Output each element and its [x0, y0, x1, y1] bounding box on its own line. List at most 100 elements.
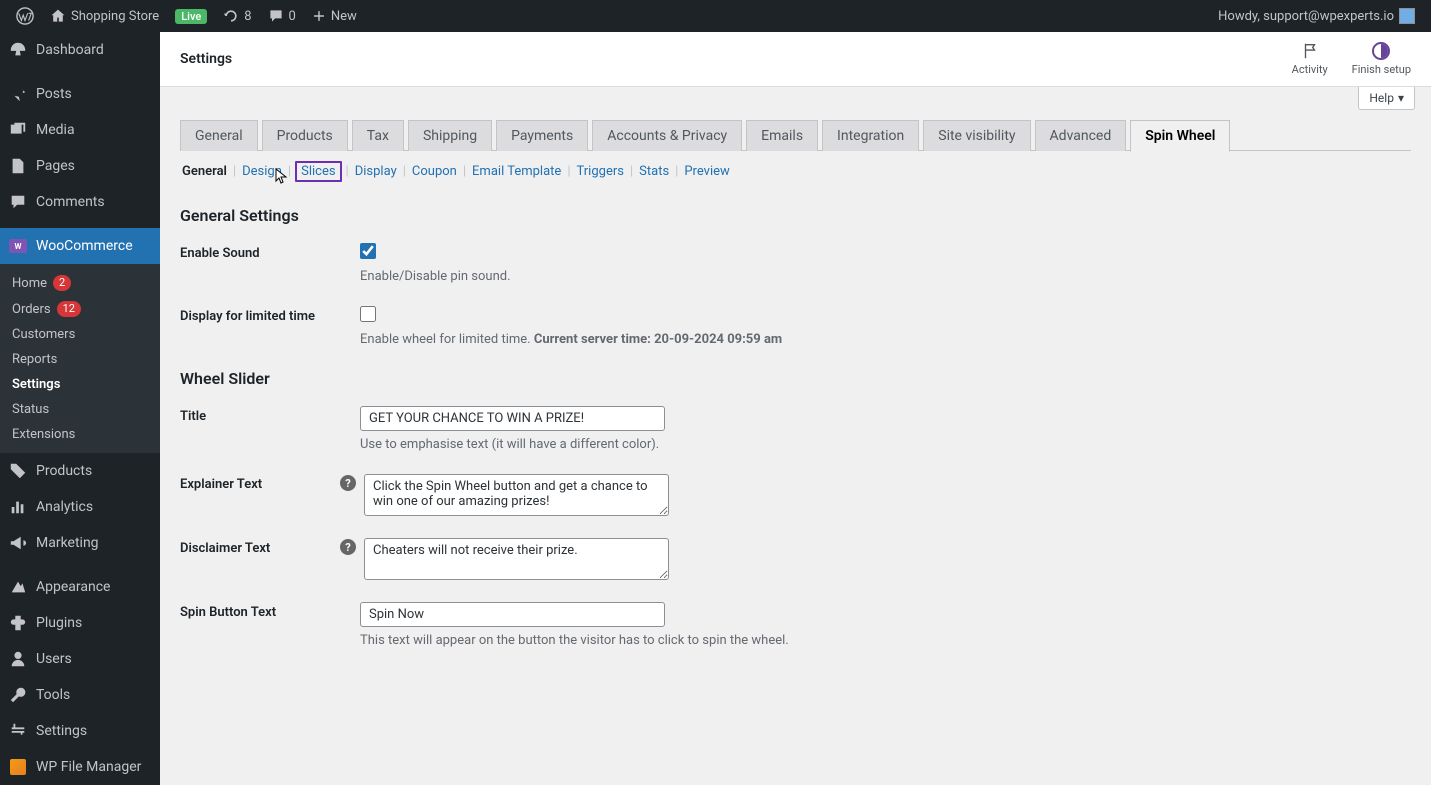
- plugins-icon: [8, 613, 28, 633]
- activity-button[interactable]: Activity: [1292, 42, 1328, 76]
- submenu-extensions[interactable]: Extensions: [0, 422, 160, 447]
- menu-comments[interactable]: Comments: [0, 184, 160, 220]
- menu-tools[interactable]: Tools: [0, 677, 160, 713]
- submenu-home[interactable]: Home 2: [0, 270, 160, 296]
- menu-tools-label: Tools: [36, 687, 70, 703]
- subtab-email[interactable]: Email Template: [470, 164, 563, 179]
- tab-visibility[interactable]: Site visibility: [923, 120, 1030, 151]
- tab-emails[interactable]: Emails: [746, 120, 818, 151]
- new-content-link[interactable]: New: [304, 0, 365, 32]
- analytics-icon: [8, 497, 28, 517]
- subtab-coupon[interactable]: Coupon: [410, 164, 459, 179]
- menu-woocommerce[interactable]: WWooCommerce: [0, 228, 160, 264]
- subtab-display[interactable]: Display: [353, 164, 399, 179]
- display-limited-desc: Enable wheel for limited time. Current s…: [360, 332, 1010, 347]
- separator: |: [675, 164, 678, 179]
- spin-button-desc: This text will appear on the button the …: [360, 633, 1010, 648]
- menu-appearance-label: Appearance: [36, 579, 110, 595]
- my-account-link[interactable]: Howdy, support@wpexperts.io: [1210, 0, 1423, 32]
- menu-settings[interactable]: Settings: [0, 713, 160, 749]
- title-input[interactable]: [360, 406, 665, 431]
- tab-shipping[interactable]: Shipping: [408, 120, 492, 151]
- menu-plugins-label: Plugins: [36, 615, 82, 631]
- tab-general[interactable]: General: [180, 120, 258, 151]
- tab-products[interactable]: Products: [262, 120, 348, 151]
- tab-tax[interactable]: Tax: [352, 120, 404, 151]
- menu-plugins[interactable]: Plugins: [0, 605, 160, 641]
- menu-analytics-label: Analytics: [36, 499, 93, 515]
- subtab-preview[interactable]: Preview: [682, 164, 731, 179]
- enable-sound-desc: Enable/Disable pin sound.: [360, 269, 1010, 284]
- products-icon: [8, 461, 28, 481]
- disclaimer-textarea[interactable]: [364, 538, 669, 580]
- updates-count: 8: [244, 9, 251, 24]
- users-icon: [8, 649, 28, 669]
- separator: |: [567, 164, 570, 179]
- home-badge: 2: [53, 275, 71, 291]
- content-header: Settings Activity Finish setup: [160, 32, 1431, 87]
- menu-products-label: Products: [36, 463, 92, 479]
- tab-payments[interactable]: Payments: [496, 120, 588, 151]
- menu-dashboard[interactable]: Dashboard: [0, 32, 160, 68]
- menu-posts-label: Posts: [36, 86, 72, 102]
- explainer-label: Explainer Text: [180, 474, 340, 492]
- display-limited-checkbox[interactable]: [360, 306, 376, 322]
- subtab-stats[interactable]: Stats: [637, 164, 671, 179]
- menu-media[interactable]: Media: [0, 112, 160, 148]
- menu-woocommerce-label: WooCommerce: [36, 238, 133, 254]
- howdy-text: Howdy, support@wpexperts.io: [1218, 9, 1394, 24]
- wp-logo[interactable]: [8, 0, 42, 32]
- explainer-textarea[interactable]: [364, 474, 669, 516]
- comments-link[interactable]: 0: [260, 0, 304, 32]
- updates-link[interactable]: 8: [215, 0, 259, 32]
- tab-advanced[interactable]: Advanced: [1035, 120, 1127, 151]
- menu-pages[interactable]: Pages: [0, 148, 160, 184]
- separator: |: [463, 164, 466, 179]
- menu-products[interactable]: Products: [0, 453, 160, 489]
- marketing-icon: [8, 533, 28, 553]
- display-limited-label: Display for limited time: [180, 306, 360, 324]
- menu-pages-label: Pages: [36, 158, 75, 174]
- site-name-link[interactable]: Shopping Store: [42, 0, 167, 32]
- page-icon: [8, 156, 28, 176]
- menu-wpfm[interactable]: WP File Manager: [0, 749, 160, 785]
- tab-spinwheel[interactable]: Spin Wheel: [1130, 120, 1230, 152]
- menu-dashboard-label: Dashboard: [36, 42, 104, 58]
- help-icon[interactable]: ?: [340, 539, 356, 555]
- new-label: New: [331, 9, 357, 24]
- subtab-triggers[interactable]: Triggers: [575, 164, 626, 179]
- separator: |: [630, 164, 633, 179]
- enable-sound-checkbox[interactable]: [360, 243, 376, 259]
- submenu-status[interactable]: Status: [0, 397, 160, 422]
- menu-posts[interactable]: Posts: [0, 76, 160, 112]
- tab-integration[interactable]: Integration: [822, 120, 919, 151]
- tools-icon: [8, 685, 28, 705]
- menu-users[interactable]: Users: [0, 641, 160, 677]
- live-status[interactable]: Live: [167, 0, 215, 32]
- disclaimer-label: Disclaimer Text: [180, 538, 340, 556]
- menu-marketing[interactable]: Marketing: [0, 525, 160, 561]
- subtab-slices[interactable]: Slices: [295, 161, 341, 182]
- menu-analytics[interactable]: Analytics: [0, 489, 160, 525]
- submenu-settings[interactable]: Settings: [0, 372, 160, 397]
- submenu-home-label: Home: [12, 276, 47, 291]
- admin-bar: Shopping Store Live 8 0 New Howdy, suppo…: [0, 0, 1431, 32]
- finish-setup-button[interactable]: Finish setup: [1352, 42, 1411, 76]
- media-icon: [8, 120, 28, 140]
- help-tab[interactable]: Help▾: [1358, 87, 1415, 110]
- menu-comments-label: Comments: [36, 194, 105, 210]
- spin-button-input[interactable]: [360, 602, 665, 627]
- section-general-settings: General Settings: [180, 206, 1411, 225]
- subtab-general[interactable]: General: [180, 164, 229, 179]
- content-area: Settings Activity Finish setup Help▾ Gen…: [160, 32, 1431, 785]
- menu-appearance[interactable]: Appearance: [0, 569, 160, 605]
- separator: |: [346, 164, 349, 179]
- submenu-reports[interactable]: Reports: [0, 347, 160, 372]
- menu-wpfm-label: WP File Manager: [36, 759, 141, 775]
- tab-accounts[interactable]: Accounts & Privacy: [592, 120, 742, 151]
- submenu-customers[interactable]: Customers: [0, 322, 160, 347]
- comment-icon: [8, 192, 28, 212]
- submenu-orders[interactable]: Orders12: [0, 296, 160, 322]
- flag-icon: [1301, 42, 1319, 60]
- help-icon[interactable]: ?: [340, 475, 356, 491]
